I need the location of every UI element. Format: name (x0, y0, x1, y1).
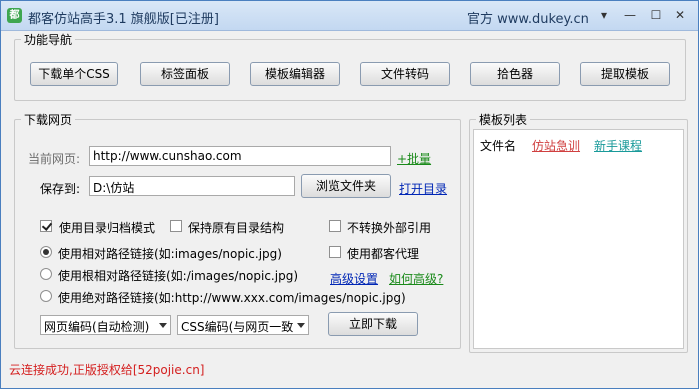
filename-column-header: 文件名 (480, 139, 517, 153)
minimize-button[interactable]: — (617, 5, 643, 25)
beginner-course-link[interactable]: 新手课程 (594, 137, 642, 154)
close-button[interactable]: ✕ (661, 5, 699, 25)
absolute-path-radio[interactable] (40, 290, 52, 302)
keep-structure-label: 保持原有目录结构 (188, 221, 285, 235)
advanced-settings-link[interactable]: 高级设置 (330, 270, 378, 287)
download-single-css-button[interactable]: 下载单个CSS (30, 62, 118, 86)
official-site-label: 官方 www.dukey.cn (467, 12, 589, 27)
current-url-input[interactable]: http://www.cunshao.com (89, 146, 391, 166)
relative-path-label: 使用相对路径链接(如:images/nopic.jpg) (58, 247, 282, 261)
how-advanced-link[interactable]: 如何高级? (389, 270, 443, 287)
save-path-input[interactable]: D:\仿站 (89, 176, 295, 196)
relative-path-radio[interactable] (40, 246, 52, 258)
use-proxy-label: 使用都客代理 (347, 247, 420, 261)
keep-structure-checkbox[interactable] (170, 220, 182, 232)
status-text: 云连接成功,正版授权给[52pojie.cn] (9, 363, 205, 377)
no-convert-external-checkbox[interactable] (329, 220, 341, 232)
dir-archive-checkbox[interactable] (40, 220, 52, 232)
open-directory-link[interactable]: 打开目录 (399, 180, 447, 197)
page-encoding-value: 网页编码(自动检测) (44, 320, 150, 334)
tag-panel-button[interactable]: 标签面板 (140, 62, 230, 86)
absolute-path-label: 使用绝对路径链接(如:http://www.xxx.com/images/nop… (58, 291, 406, 305)
root-relative-path-radio[interactable] (40, 268, 52, 280)
app-logo-icon: 都 (7, 8, 22, 23)
save-to-label: 保存到: (40, 182, 81, 196)
template-editor-button[interactable]: 模板编辑器 (250, 62, 340, 86)
menu-dropdown-icon[interactable]: ▾ (591, 5, 617, 25)
download-now-button[interactable]: 立即下载 (328, 312, 418, 336)
window-title: 都客仿站高手3.1 旗舰版[已注册] (28, 12, 219, 27)
browse-folder-button[interactable]: 浏览文件夹 (301, 174, 391, 198)
page-encoding-select[interactable]: 网页编码(自动检测) (40, 315, 171, 335)
batch-link[interactable]: +批量 (397, 150, 431, 167)
css-encoding-select[interactable]: CSS编码(与网页一致 (177, 315, 309, 335)
title-bar[interactable]: 都 都客仿站高手3.1 旗舰版[已注册] 官方 www.dukey.cn ▾ —… (1, 1, 698, 31)
template-listbox[interactable]: 文件名 仿站急训 新手课程 (473, 129, 684, 349)
extract-template-button[interactable]: 提取模板 (580, 62, 670, 86)
current-url-label: 当前网页: (28, 152, 81, 166)
use-proxy-checkbox[interactable] (329, 246, 341, 258)
chevron-down-icon (159, 323, 167, 328)
chevron-down-icon (297, 323, 305, 328)
template-group-label: 模板列表 (476, 111, 531, 128)
no-convert-external-label: 不转换外部引用 (347, 221, 432, 235)
css-encoding-value: CSS编码(与网页一致 (181, 320, 294, 334)
app-window: 都 都客仿站高手3.1 旗舰版[已注册] 官方 www.dukey.cn ▾ —… (0, 0, 699, 389)
nav-group-label: 功能导航 (21, 31, 76, 48)
file-transcode-button[interactable]: 文件转码 (360, 62, 450, 86)
fake-site-training-link[interactable]: 仿站急训 (532, 137, 580, 154)
dir-archive-label: 使用目录归档模式 (59, 221, 156, 235)
download-group-label: 下载网页 (21, 111, 76, 128)
root-relative-path-label: 使用根相对路径链接(如:/images/nopic.jpg) (58, 269, 299, 283)
color-picker-button[interactable]: 拾色器 (470, 62, 560, 86)
